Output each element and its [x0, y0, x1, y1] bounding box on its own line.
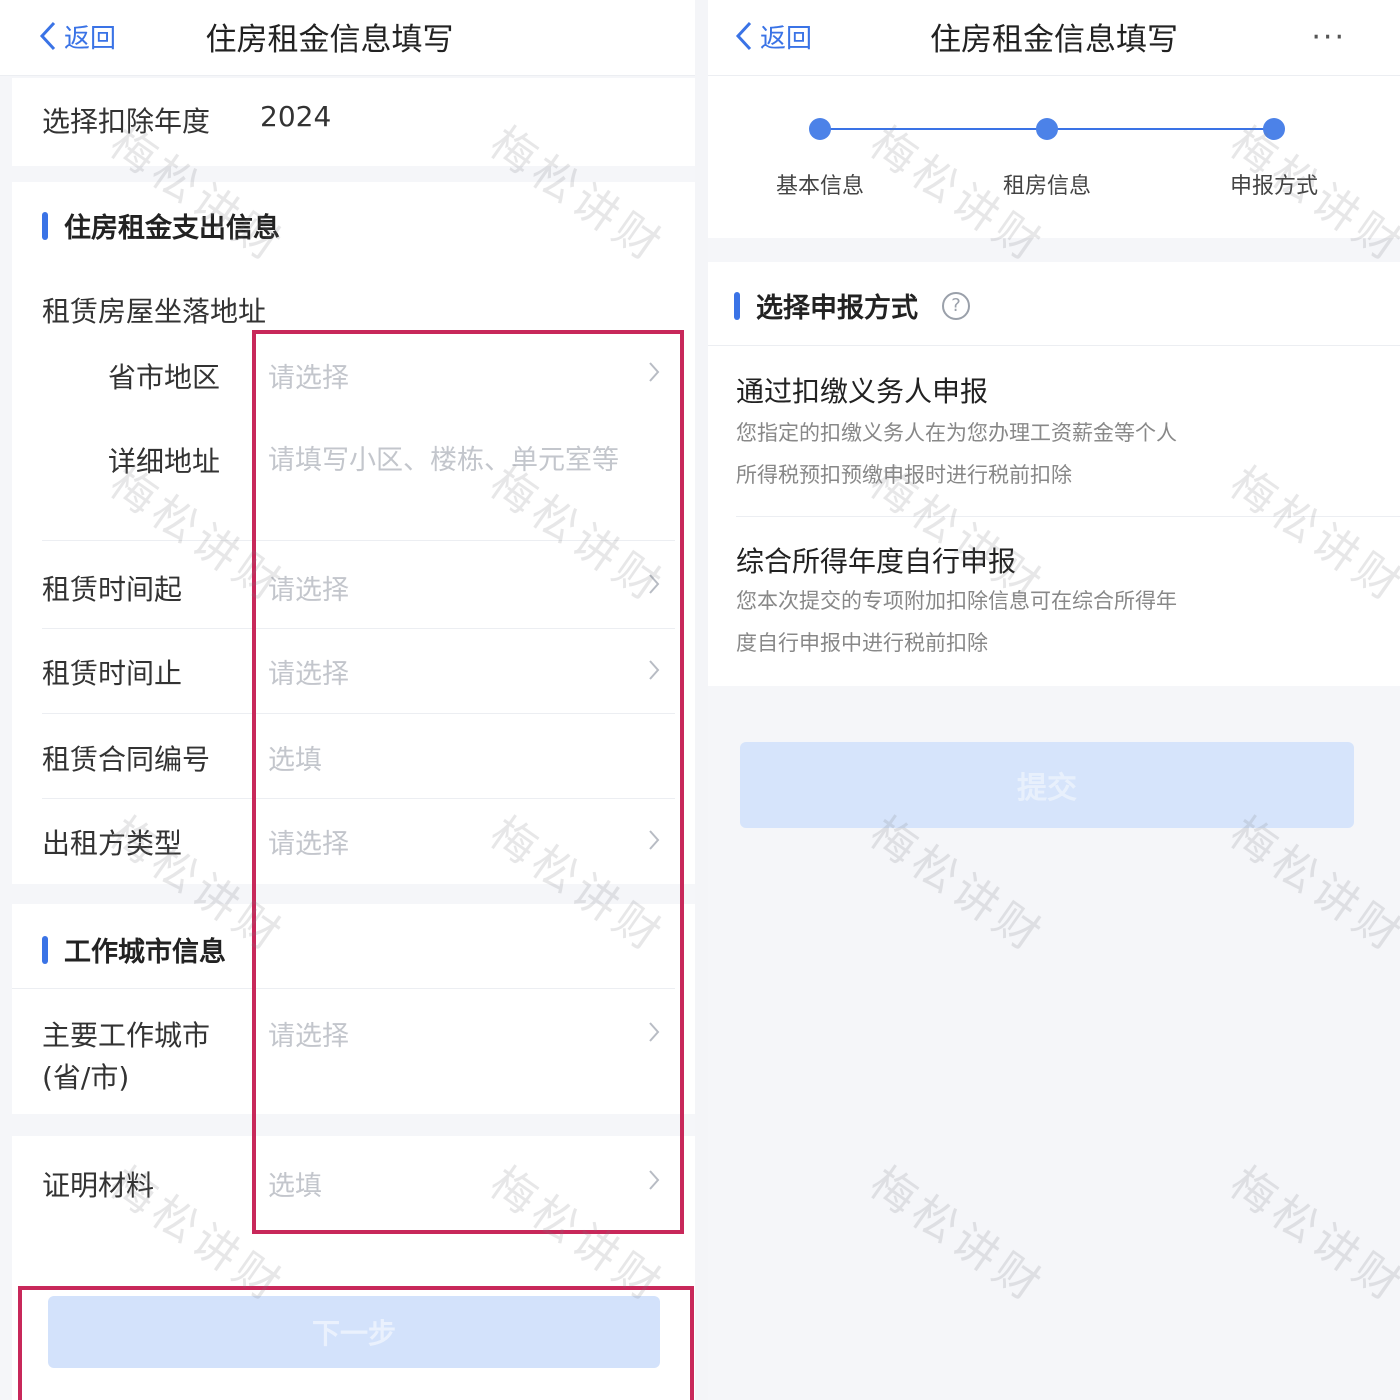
year-row[interactable]: 选择扣除年度 2024: [12, 78, 695, 166]
option-title: 通过扣缴义务人申报: [736, 375, 989, 408]
help-icon[interactable]: ?: [942, 291, 970, 320]
address-label: 租赁房屋坐落地址: [42, 295, 267, 328]
step-label-1: 基本信息: [775, 174, 865, 199]
row-label: 主要工作城市: [42, 1019, 211, 1052]
year-label: 选择扣除年度: [42, 105, 211, 138]
rent-section-title: 住房租金支出信息: [42, 206, 280, 245]
work-section-label: 工作城市信息: [64, 937, 226, 968]
right-screen: 返回 住房租金信息填写 ··· 基本信息 租房信息 申报方式 选择申报方式 ? …: [708, 0, 1400, 1400]
more-icon[interactable]: ···: [1311, 20, 1346, 55]
left-screen: 返回 住房租金信息填写 选择扣除年度 2024 住房租金支出信息 租赁房屋坐落地…: [0, 0, 695, 1400]
section-bar: [42, 935, 48, 964]
step-label-3: 申报方式: [1229, 174, 1319, 199]
row-label: 证明材料: [42, 1169, 155, 1202]
row-label-sub: (省/市): [42, 1061, 130, 1094]
option-desc-line1: 您本次提交的专项附加扣除信息可在综合所得年: [736, 589, 1177, 613]
row-label: 省市地区: [108, 361, 221, 394]
highlight-box-next: [18, 1286, 694, 1400]
divider: [708, 345, 1400, 346]
highlight-box-fields: [252, 330, 684, 1234]
method-section-label: 选择申报方式: [756, 293, 918, 324]
method-section-title: 选择申报方式 ?: [734, 286, 970, 325]
row-label: 出租方类型: [42, 827, 183, 860]
option-desc-line1: 您指定的扣缴义务人在为您办理工资薪金等个人: [736, 421, 1177, 445]
right-header: 返回 住房租金信息填写 ···: [708, 0, 1400, 76]
option-desc-line2: 度自行申报中进行税前扣除: [736, 631, 988, 655]
divider: [736, 516, 1400, 517]
step-label-2: 租房信息: [1002, 174, 1092, 199]
rent-section-label: 住房租金支出信息: [64, 213, 280, 244]
page-title: 住房租金信息填写: [930, 22, 1178, 58]
left-header: 返回 住房租金信息填写: [0, 0, 695, 76]
step-dot-3: [1263, 118, 1285, 140]
row-label: 租赁时间止: [42, 657, 183, 690]
section-bar: [42, 211, 48, 240]
row-label: 详细地址: [108, 445, 221, 478]
step-indicator: 基本信息 租房信息 申报方式: [708, 76, 1400, 238]
year-value: 2024: [260, 100, 332, 133]
step-dot-1: [809, 118, 831, 140]
row-label: 租赁合同编号: [42, 743, 211, 776]
step-dot-2: [1036, 118, 1058, 140]
page-title: 住房租金信息填写: [205, 22, 454, 58]
work-section-title: 工作城市信息: [42, 930, 226, 969]
option-title: 综合所得年度自行申报: [736, 545, 1017, 578]
row-label: 租赁时间起: [42, 573, 183, 606]
option-desc-line2: 所得税预扣预缴申报时进行税前扣除: [736, 463, 1072, 487]
section-bar: [734, 291, 740, 320]
submit-button[interactable]: 提交: [740, 742, 1354, 828]
